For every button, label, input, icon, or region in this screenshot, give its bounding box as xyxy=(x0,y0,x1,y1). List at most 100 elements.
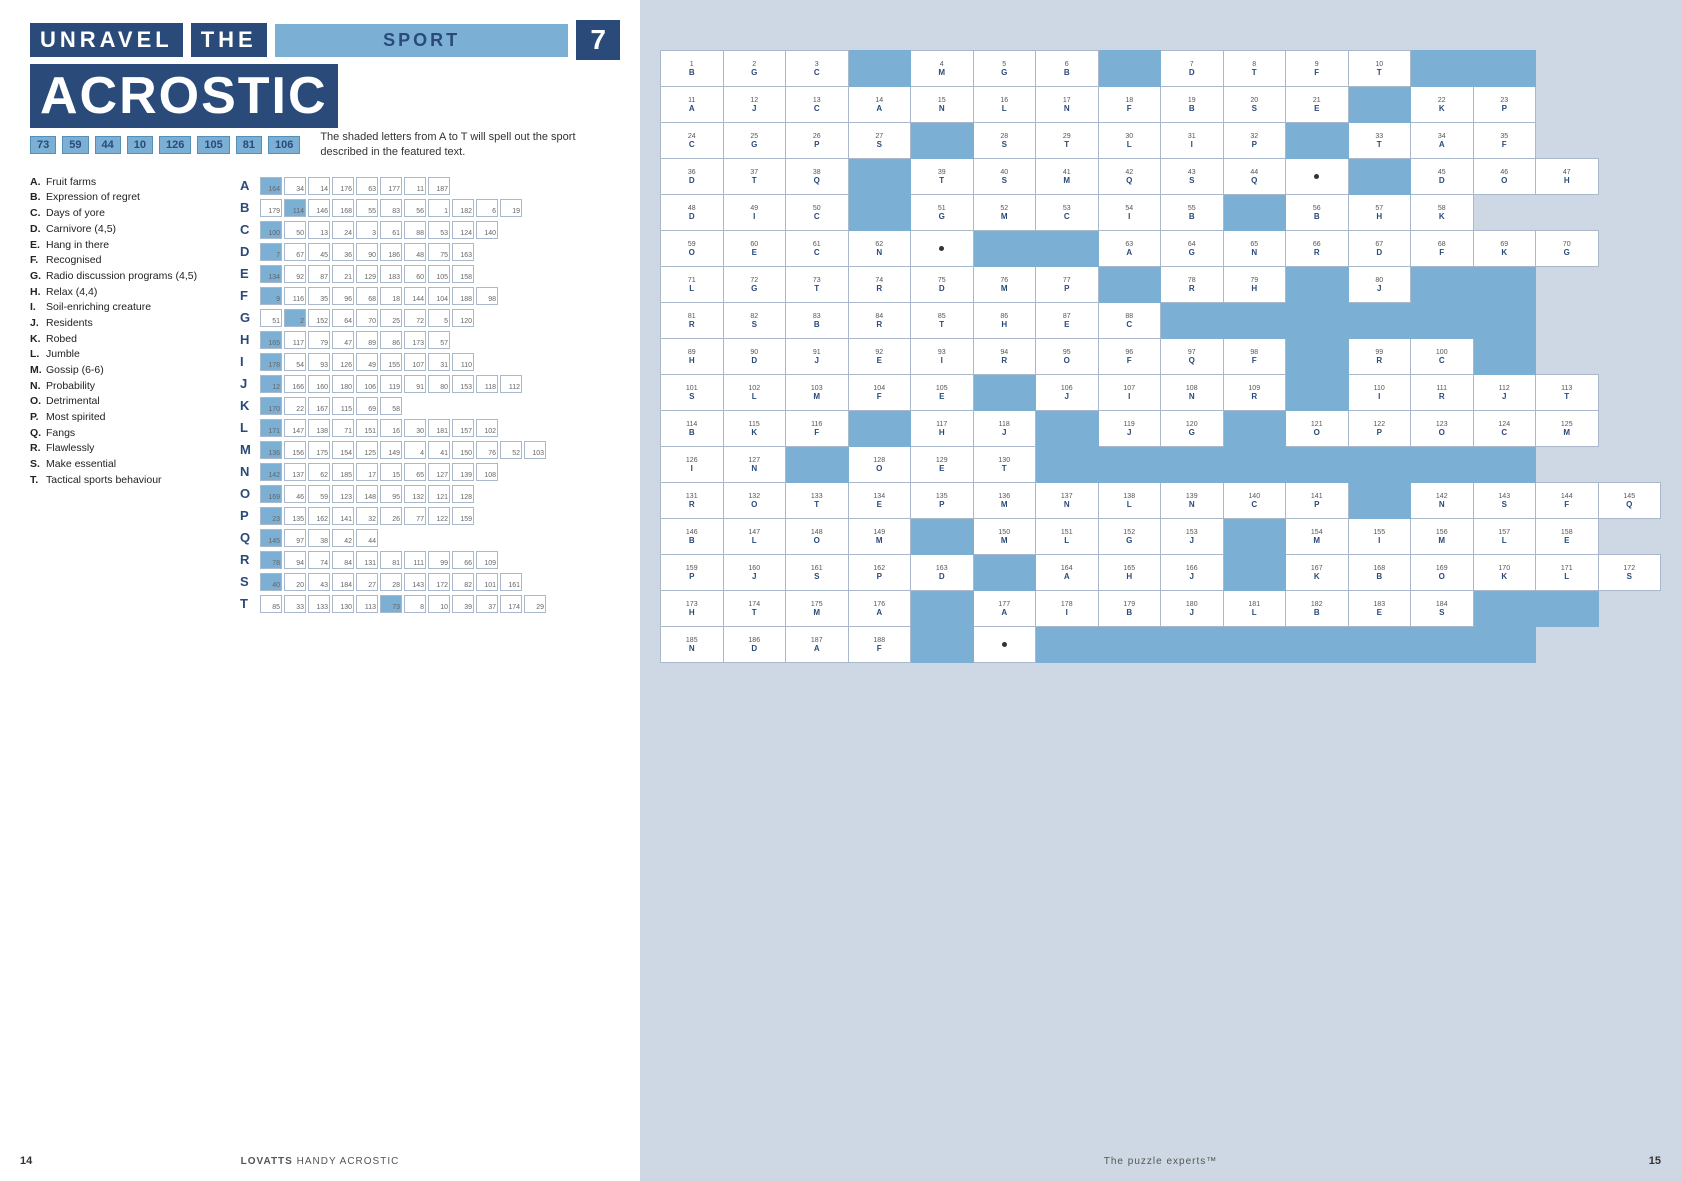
answer-cell[interactable]: 65 xyxy=(404,463,426,481)
answer-cell[interactable]: 132 xyxy=(404,485,426,503)
answer-cell[interactable]: 21 xyxy=(332,265,354,283)
grid-cell[interactable]: 168B xyxy=(1348,555,1411,591)
answer-cell[interactable]: 85 xyxy=(260,595,282,613)
grid-cell[interactable]: 16L xyxy=(973,87,1036,123)
grid-cell[interactable]: 20S xyxy=(1223,87,1286,123)
grid-cell[interactable] xyxy=(1036,411,1099,447)
answer-cell[interactable]: 43 xyxy=(308,573,330,591)
answer-cell[interactable]: 157 xyxy=(452,419,474,437)
grid-cell[interactable]: 133T xyxy=(786,483,849,519)
grid-cell[interactable]: 36D xyxy=(661,159,724,195)
grid-cell[interactable]: 77P xyxy=(1036,267,1099,303)
answer-cell[interactable]: 162 xyxy=(308,507,330,525)
answer-cell[interactable]: 9 xyxy=(260,287,282,305)
answer-cell[interactable]: 93 xyxy=(308,353,330,371)
answer-cell[interactable]: 91 xyxy=(404,375,426,393)
answer-cell[interactable]: 39 xyxy=(452,595,474,613)
answer-cell[interactable]: 116 xyxy=(284,287,306,305)
grid-cell[interactable] xyxy=(1223,555,1286,591)
answer-cell[interactable]: 156 xyxy=(284,441,306,459)
grid-cell[interactable]: 154M xyxy=(1286,519,1349,555)
answer-cell[interactable]: 114 xyxy=(284,199,306,217)
answer-cell[interactable]: 54 xyxy=(284,353,306,371)
grid-cell[interactable]: 82S xyxy=(723,303,786,339)
answer-cell[interactable]: 182 xyxy=(452,199,474,217)
answer-cell[interactable]: 69 xyxy=(356,397,378,415)
grid-cell[interactable]: 99R xyxy=(1348,339,1411,375)
grid-cell[interactable]: 179B xyxy=(1098,591,1161,627)
grid-cell[interactable]: 113T xyxy=(1536,375,1599,411)
answer-cell[interactable]: 80 xyxy=(428,375,450,393)
grid-cell[interactable]: 103M xyxy=(786,375,849,411)
grid-cell[interactable] xyxy=(1161,627,1224,663)
answer-cell[interactable]: 145 xyxy=(260,529,282,547)
answer-cell[interactable]: 46 xyxy=(284,485,306,503)
grid-cell[interactable]: 6B xyxy=(1036,51,1099,87)
grid-cell[interactable]: 162P xyxy=(848,555,911,591)
answer-cell[interactable]: 27 xyxy=(356,573,378,591)
grid-cell[interactable]: 146B xyxy=(661,519,724,555)
grid-cell[interactable]: 38Q xyxy=(786,159,849,195)
grid-cell[interactable]: 75D xyxy=(911,267,974,303)
answer-cell[interactable]: 108 xyxy=(476,463,498,481)
grid-cell[interactable]: 152G xyxy=(1098,519,1161,555)
grid-cell[interactable] xyxy=(1223,627,1286,663)
answer-cell[interactable]: 140 xyxy=(476,221,498,239)
answer-row-G[interactable]: G512152647025725120 xyxy=(240,309,620,327)
grid-cell[interactable]: 59O xyxy=(661,231,724,267)
answer-cell[interactable]: 33 xyxy=(284,595,306,613)
grid-cell[interactable]: 140C xyxy=(1223,483,1286,519)
grid-cell[interactable]: 15N xyxy=(911,87,974,123)
answer-cell[interactable]: 32 xyxy=(356,507,378,525)
grid-cell[interactable] xyxy=(1473,627,1536,663)
grid-cell[interactable] xyxy=(1286,375,1349,411)
answer-cell[interactable]: 183 xyxy=(380,265,402,283)
answer-cell[interactable]: 138 xyxy=(308,419,330,437)
answer-cell[interactable]: 76 xyxy=(476,441,498,459)
grid-cell[interactable]: 55B xyxy=(1161,195,1224,231)
grid-cell[interactable]: 169O xyxy=(1411,555,1474,591)
grid-cell[interactable]: 48D xyxy=(661,195,724,231)
grid-cell[interactable]: 100C xyxy=(1411,339,1474,375)
answer-cell[interactable]: 106 xyxy=(356,375,378,393)
grid-cell[interactable]: 86H xyxy=(973,303,1036,339)
grid-cell[interactable] xyxy=(1348,447,1411,483)
grid-cell[interactable] xyxy=(1348,303,1411,339)
grid-cell[interactable]: 124C xyxy=(1473,411,1536,447)
grid-cell[interactable] xyxy=(1098,627,1161,663)
grid-cell[interactable] xyxy=(973,375,1036,411)
grid-cell[interactable]: 96F xyxy=(1098,339,1161,375)
grid-cell[interactable]: 153J xyxy=(1161,519,1224,555)
answer-cell[interactable]: 102 xyxy=(476,419,498,437)
grid-cell[interactable] xyxy=(848,195,911,231)
answer-cell[interactable]: 172 xyxy=(428,573,450,591)
answer-cell[interactable]: 152 xyxy=(308,309,330,327)
answer-row-R[interactable]: R78947484131811119966109 xyxy=(240,551,620,569)
answer-cell[interactable]: 82 xyxy=(452,573,474,591)
grid-cell[interactable]: 167K xyxy=(1286,555,1349,591)
grid-cell[interactable]: 137N xyxy=(1036,483,1099,519)
grid-cell[interactable]: 83B xyxy=(786,303,849,339)
answer-cell[interactable]: 49 xyxy=(356,353,378,371)
grid-cell[interactable]: 88C xyxy=(1098,303,1161,339)
puzzle-grid[interactable]: 1B2G3C4M5G6B7D8T9F10T11A12J13C14A15N16L1… xyxy=(660,50,1661,663)
answer-cell[interactable]: 50 xyxy=(284,221,306,239)
grid-cell[interactable]: 117H xyxy=(911,411,974,447)
answer-cell[interactable]: 186 xyxy=(380,243,402,261)
answer-cell[interactable]: 158 xyxy=(452,265,474,283)
answer-cell[interactable]: 7 xyxy=(260,243,282,261)
answer-cell[interactable]: 111 xyxy=(404,551,426,569)
grid-cell[interactable] xyxy=(1286,627,1349,663)
grid-cell[interactable]: 64G xyxy=(1161,231,1224,267)
grid-cell[interactable]: 165H xyxy=(1098,555,1161,591)
answer-cell[interactable]: 19 xyxy=(500,199,522,217)
answer-cell[interactable]: 124 xyxy=(452,221,474,239)
grid-cell[interactable]: 2G xyxy=(723,51,786,87)
answer-cell[interactable]: 119 xyxy=(380,375,402,393)
grid-cell[interactable]: 5G xyxy=(973,51,1036,87)
grid-cell[interactable] xyxy=(1223,195,1286,231)
answer-cell[interactable]: 97 xyxy=(284,529,306,547)
grid-cell[interactable]: 30L xyxy=(1098,123,1161,159)
answer-cell[interactable]: 148 xyxy=(356,485,378,503)
answer-cell[interactable]: 174 xyxy=(500,595,522,613)
